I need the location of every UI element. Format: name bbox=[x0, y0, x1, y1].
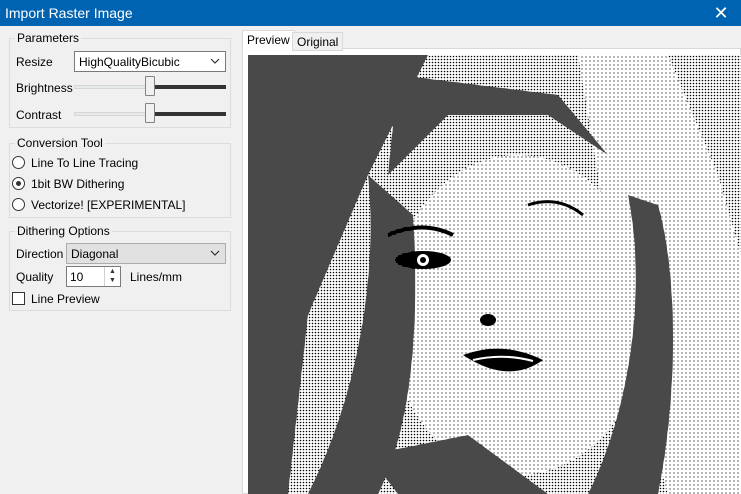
contrast-slider-thumb[interactable] bbox=[145, 103, 155, 123]
parameters-legend: Parameters bbox=[15, 31, 82, 45]
direction-select[interactable]: Diagonal bbox=[66, 243, 226, 264]
line-preview-checkbox[interactable] bbox=[12, 292, 25, 305]
dithered-preview-image bbox=[248, 55, 741, 494]
window-title: Import Raster Image bbox=[5, 5, 133, 21]
quality-stepper[interactable]: 10 ▲ ▼ bbox=[66, 266, 121, 287]
contrast-label: Contrast bbox=[16, 108, 62, 122]
chevron-down-icon bbox=[210, 58, 220, 64]
direction-value: Diagonal bbox=[71, 247, 119, 261]
brightness-label: Brightness bbox=[16, 81, 73, 95]
dithering-legend: Dithering Options bbox=[15, 224, 112, 238]
quality-unit: Lines/mm bbox=[130, 270, 183, 284]
close-icon[interactable]: ✕ bbox=[701, 0, 741, 26]
contrast-slider-fill bbox=[151, 112, 226, 116]
brightness-slider-thumb[interactable] bbox=[145, 76, 155, 96]
brightness-slider-fill bbox=[151, 85, 226, 89]
resize-value: HighQualityBicubic bbox=[79, 55, 180, 69]
quality-label: Quality bbox=[16, 270, 54, 284]
stepper-up-icon[interactable]: ▲ bbox=[105, 267, 120, 276]
radio-dithering[interactable] bbox=[12, 177, 25, 190]
radio-line-to-line-label[interactable]: Line To Line Tracing bbox=[31, 156, 138, 170]
line-preview-label[interactable]: Line Preview bbox=[31, 292, 100, 306]
radio-vectorize[interactable] bbox=[12, 198, 25, 211]
radio-vectorize-label[interactable]: Vectorize! [EXPERIMENTAL] bbox=[31, 198, 186, 212]
radio-dithering-label[interactable]: 1bit BW Dithering bbox=[31, 177, 124, 191]
chevron-down-icon bbox=[210, 250, 220, 256]
resize-select[interactable]: HighQualityBicubic bbox=[74, 51, 226, 72]
radio-selected-dot bbox=[16, 181, 21, 186]
tab-preview-label: Preview bbox=[247, 33, 290, 47]
tab-original[interactable]: Original bbox=[292, 32, 344, 51]
radio-line-to-line[interactable] bbox=[12, 156, 25, 169]
title-bar: Import Raster Image ✕ bbox=[0, 0, 741, 26]
tab-preview[interactable]: Preview bbox=[242, 30, 295, 51]
resize-label: Resize bbox=[16, 55, 53, 69]
quality-value: 10 bbox=[70, 270, 84, 284]
direction-label: Direction bbox=[16, 247, 64, 261]
stepper-down-icon[interactable]: ▼ bbox=[105, 276, 120, 285]
tab-original-label: Original bbox=[297, 35, 339, 49]
dithered-portrait-image bbox=[248, 55, 741, 494]
conversion-legend: Conversion Tool bbox=[15, 136, 105, 150]
